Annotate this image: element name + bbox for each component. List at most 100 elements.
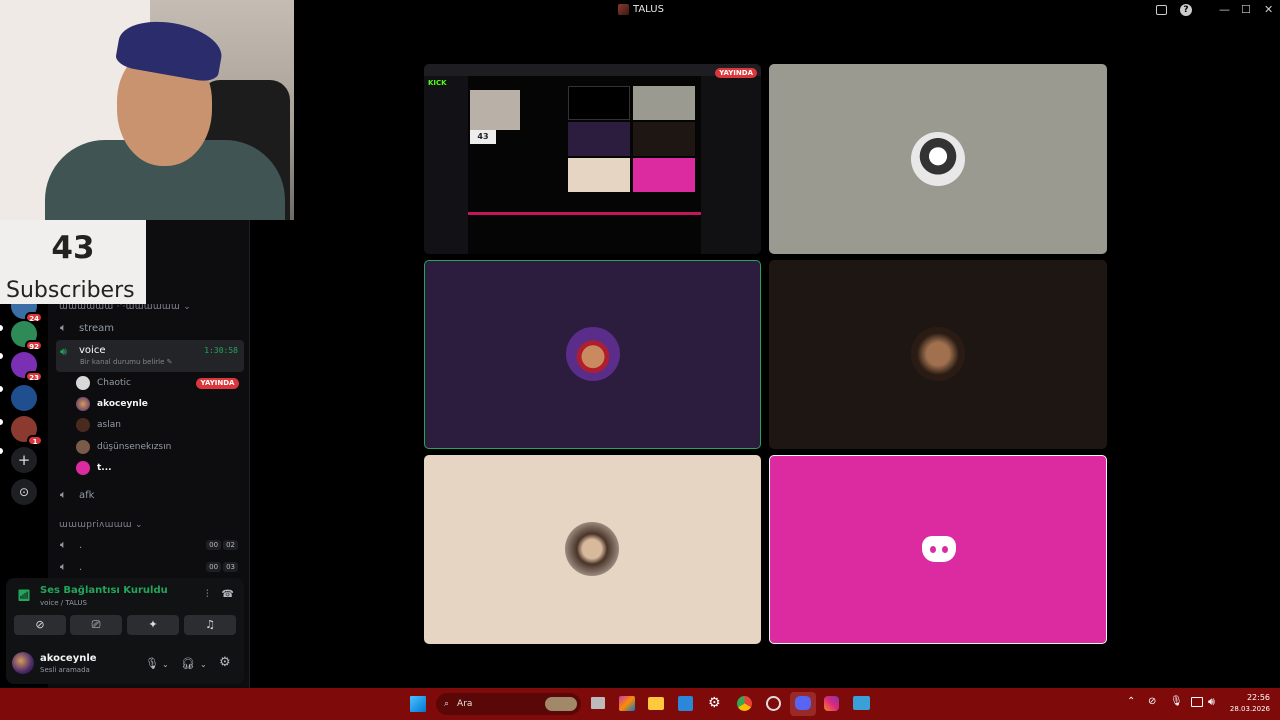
- minimize-icon[interactable]: —: [1219, 3, 1230, 16]
- speaker-icon: 🔈︎: [60, 538, 67, 551]
- display-icon[interactable]: [1191, 697, 1203, 707]
- soundboard-button[interactable]: ♫: [184, 615, 236, 635]
- screen-share-icon: ⎚: [91, 618, 101, 631]
- preview-tile: [568, 86, 630, 120]
- webcam-overlay: [0, 0, 294, 220]
- live-badge: YAYINDA: [715, 68, 757, 78]
- help-icon[interactable]: ?: [1180, 4, 1192, 16]
- activities-icon: ✦: [148, 618, 158, 631]
- signal-icon: 📶︎: [17, 589, 31, 602]
- gear-icon[interactable]: ⚙: [219, 655, 231, 670]
- category-header-2[interactable]: ɯɯɯpriʌɯɯɯ ⌄: [59, 520, 143, 530]
- task-view-icon[interactable]: [591, 697, 605, 709]
- explore-button[interactable]: ⊙: [11, 479, 37, 505]
- counter-current: 00: [206, 540, 222, 550]
- close-icon[interactable]: ✕: [1264, 3, 1273, 16]
- voice-timer: 1:30:58: [204, 346, 238, 355]
- stream-preview-tile[interactable]: 43 KICK YAYINDA: [424, 64, 761, 254]
- maximize-icon[interactable]: ☐: [1241, 3, 1251, 16]
- discord-taskbar-icon[interactable]: [795, 696, 811, 710]
- avatar: [76, 376, 90, 390]
- headphones-icon[interactable]: 🎧︎: [181, 657, 195, 670]
- microphone-icon[interactable]: 🎙︎: [145, 657, 159, 670]
- avatar[interactable]: [12, 652, 34, 674]
- volume-icon[interactable]: 🔊︎: [1208, 695, 1215, 709]
- server-icon-kick[interactable]: [11, 385, 37, 411]
- server-badge: 92: [25, 340, 43, 351]
- plus-icon: +: [17, 451, 31, 469]
- store-icon[interactable]: [678, 696, 693, 711]
- channel-voice[interactable]: 🔊︎ voice 1:30:58 Bir kanal durumu belirl…: [56, 340, 244, 372]
- obs-icon[interactable]: ⚙: [708, 695, 721, 711]
- github-icon[interactable]: [766, 696, 781, 711]
- channel-label: .: [79, 561, 83, 573]
- subscriber-count: 43: [51, 230, 95, 266]
- video-tile-dark[interactable]: [769, 260, 1107, 449]
- disconnect-icon[interactable]: ☎: [222, 589, 234, 600]
- chevron-up-icon[interactable]: ⌃: [1127, 696, 1135, 707]
- inbox-icon[interactable]: [1156, 5, 1167, 15]
- server-icon-3[interactable]: 23: [11, 352, 43, 382]
- member-name: t...: [97, 463, 112, 473]
- unread-pill: [0, 419, 3, 425]
- m365-icon[interactable]: [619, 696, 635, 711]
- member-name: akoceynle: [97, 399, 148, 409]
- preview-browser-bar: [424, 64, 761, 76]
- network-off-icon[interactable]: ⊘: [1148, 696, 1156, 707]
- activities-button[interactable]: ✦: [127, 615, 179, 635]
- server-icon-talus[interactable]: 1: [11, 416, 43, 446]
- control-panel-icon[interactable]: [853, 696, 870, 710]
- taskbar-time[interactable]: 22:56: [1232, 693, 1270, 702]
- kick-logo: KICK: [428, 79, 447, 87]
- taskbar-date[interactable]: 28.03.2026: [1226, 705, 1270, 713]
- add-server-button[interactable]: +: [11, 447, 37, 473]
- voice-member[interactable]: Chaotic: [76, 374, 131, 392]
- preview-chat: [701, 76, 761, 254]
- camera-button[interactable]: ⊘: [14, 615, 66, 635]
- video-tile-speaking[interactable]: [424, 260, 761, 449]
- channel-private-1[interactable]: 🔈︎ . 00 02: [56, 534, 244, 556]
- avatar: [911, 327, 965, 381]
- voice-member[interactable]: t...: [76, 459, 112, 477]
- microphone-icon[interactable]: 🎙︎: [1170, 696, 1183, 707]
- server-icon-2[interactable]: 92: [11, 321, 43, 351]
- current-user-status: Sesli aramada: [40, 666, 90, 674]
- search-placeholder: Ara: [457, 699, 473, 709]
- channel-afk[interactable]: 🔈︎ afk: [56, 484, 244, 506]
- user-limit-counter: 00 03: [206, 562, 238, 572]
- screen-share-button[interactable]: ⎚: [70, 615, 122, 635]
- preview-tile: [568, 122, 630, 156]
- preview-subscriber-count: 43: [470, 130, 496, 144]
- speaker-icon: 🔊︎: [60, 345, 67, 358]
- video-tile-husky[interactable]: [769, 64, 1107, 254]
- voice-member[interactable]: akoceynle: [76, 395, 148, 413]
- voice-status-subtitle[interactable]: voice / TALUS: [40, 599, 87, 607]
- windows-start-icon[interactable]: [410, 696, 426, 712]
- channel-status[interactable]: Bir kanal durumu belirle ✎: [80, 358, 173, 366]
- subscriber-label: Subscribers: [6, 278, 135, 303]
- voice-member[interactable]: düşünsenekızsın: [76, 438, 171, 456]
- current-user-name[interactable]: akoceynle: [40, 653, 97, 664]
- instagram-icon[interactable]: [824, 696, 839, 711]
- voice-status-title[interactable]: Ses Bağlantısı Kuruldu: [40, 585, 168, 596]
- member-name: aslan: [97, 420, 121, 430]
- channel-private-2[interactable]: 🔈︎ . 00 03: [56, 556, 244, 578]
- unread-pill: [0, 448, 3, 454]
- noise-suppression-icon[interactable]: ⫶: [206, 589, 209, 600]
- preview-progress: [468, 212, 701, 215]
- chrome-icon[interactable]: [737, 696, 752, 711]
- channel-label: stream: [79, 322, 115, 334]
- chevron-down-icon[interactable]: ⌄: [162, 660, 169, 669]
- search-icon: ⌕: [444, 699, 450, 709]
- voice-member[interactable]: aslan: [76, 416, 121, 434]
- taskbar-search[interactable]: ⌕ Ara: [436, 693, 581, 715]
- video-tile-discord[interactable]: [769, 455, 1107, 644]
- chevron-down-icon[interactable]: ⌄: [200, 660, 207, 669]
- avatar: [76, 418, 90, 432]
- file-explorer-icon[interactable]: [648, 697, 664, 710]
- video-tile-beige[interactable]: [424, 455, 761, 644]
- channel-stream[interactable]: 🔈︎ stream: [56, 317, 244, 339]
- window-title: TALUS: [618, 4, 664, 15]
- member-name: düşünsenekızsın: [97, 442, 172, 452]
- server-badge: 1: [27, 435, 43, 446]
